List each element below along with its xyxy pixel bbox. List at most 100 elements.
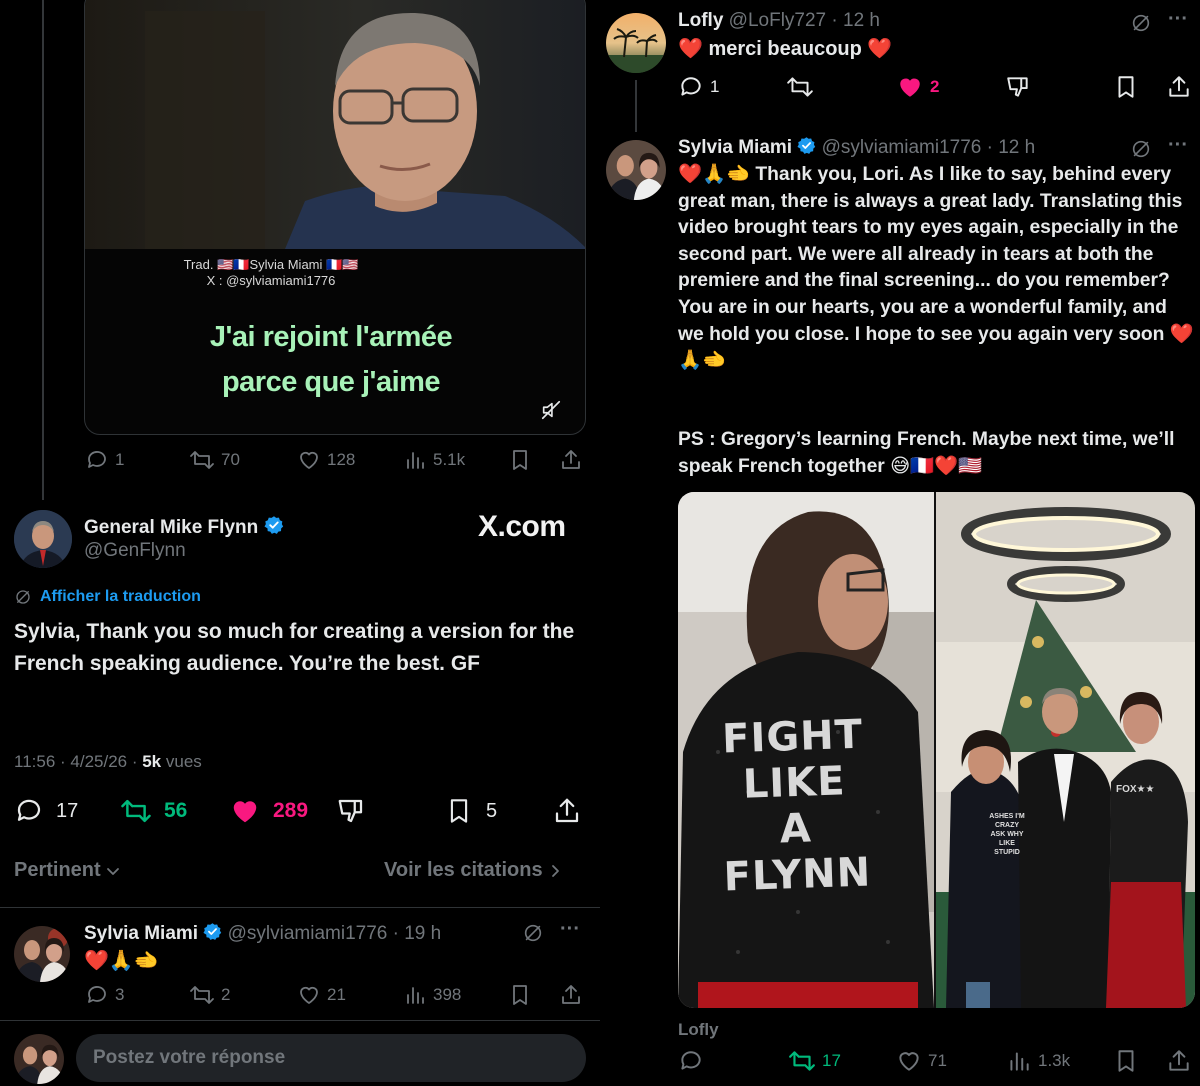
sylvia-text-1: ❤️🙏🫲 Thank you, Lori. As I like to say, …: [678, 164, 1194, 372]
jacket-word: LIKE: [742, 758, 847, 808]
share-icon[interactable]: [1166, 1048, 1192, 1074]
grok-icon[interactable]: [1130, 138, 1152, 160]
share-icon[interactable]: [559, 983, 583, 1007]
lofly-avatar[interactable]: [606, 13, 666, 73]
bottom-name-label: Lofly: [678, 1020, 719, 1039]
reply-action[interactable]: 1: [85, 448, 124, 472]
main-post-author[interactable]: General Mike Flynn: [84, 515, 284, 540]
lofly-like-count: 2: [930, 77, 940, 96]
reply-header[interactable]: Sylvia Miami @sylviamiami1776 · 19 h: [84, 922, 441, 945]
video-credit: Trad. 🇺🇸🇫🇷Sylvia Miami 🇫🇷🇺🇸 X : @sylviam…: [85, 257, 585, 289]
quoted-action-bar: 1 70 128 5.1k: [85, 446, 585, 474]
sort-pertinent[interactable]: Pertinent: [14, 859, 121, 882]
sylvia-author-name: Sylvia Miami: [678, 137, 793, 158]
mute-icon[interactable]: [540, 399, 562, 421]
jacket-text: FIGHT LIKE A FLYNN: [697, 711, 893, 902]
bottom-like-action[interactable]: 71: [896, 1048, 947, 1074]
views-count-bold: 5k: [142, 752, 162, 771]
views-label: vues: [161, 752, 202, 771]
view-quotes-link[interactable]: Voir les citations: [384, 859, 563, 882]
reply-handle: @sylviamiami1776: [227, 923, 388, 944]
video-credit-line2: X : @sylviamiami1776: [206, 273, 336, 288]
bookmark-icon[interactable]: [509, 983, 531, 1007]
share-icon[interactable]: [559, 448, 583, 472]
reply-action-bar: 3 2 21 398: [85, 983, 585, 1011]
chevron-down-icon: [106, 867, 119, 875]
main-like-action[interactable]: 289: [229, 796, 308, 826]
reply-icon: [681, 77, 701, 96]
bottom-views-count: 1.3k: [1038, 1051, 1071, 1070]
left-column: Trad. 🇺🇸🇫🇷Sylvia Miami 🇫🇷🇺🇸 X : @sylviam…: [0, 0, 600, 1086]
views-icon: [407, 452, 424, 469]
main-bookmark-action[interactable]: 5: [446, 796, 497, 826]
like-action[interactable]: 128: [297, 448, 355, 472]
main-repost-action[interactable]: 56: [120, 796, 187, 826]
composer-placeholder: Postez votre réponse: [93, 1047, 286, 1068]
quoted-video-card[interactable]: Trad. 🇺🇸🇫🇷Sylvia Miami 🇫🇷🇺🇸 X : @sylviam…: [84, 0, 586, 435]
heart-filled-icon: [233, 801, 257, 823]
repost-action[interactable]: 70: [189, 448, 240, 472]
heart-icon: [300, 986, 318, 1004]
right-column: Lofly @LoFly727 · 12 h ··· ❤️ merci beau…: [600, 0, 1200, 1086]
bookmark-icon[interactable]: [509, 448, 531, 472]
reply-repost-action[interactable]: 2: [189, 983, 230, 1007]
bookmark-icon[interactable]: [1114, 1048, 1138, 1074]
video-subtitle-line2: parce que j'aime: [221, 366, 441, 398]
video-subtitle: J'ai rejoint l'armée parce que j'aime: [85, 315, 585, 405]
shirt-text: ASHES I'M CRAZY ASK WHY LIKE STUPID: [989, 813, 1025, 856]
reply-like-action[interactable]: 21: [297, 983, 346, 1007]
lofly-handle: @LoFly727: [728, 10, 827, 31]
thread-line: [42, 0, 44, 500]
composer-avatar: [14, 1034, 64, 1084]
lofly-like-action[interactable]: 2: [896, 74, 939, 100]
heart-icon: [899, 1052, 919, 1071]
share-icon[interactable]: [552, 796, 582, 826]
translate-link[interactable]: Afficher la traduction: [14, 588, 201, 606]
bookmark-icon[interactable]: [1114, 74, 1138, 100]
reply-like-count: 21: [327, 985, 346, 1004]
photo-grid[interactable]: FIGHT LIKE A FLYNN ASHES I'M CRAZY ASK W…: [678, 492, 1195, 1008]
bottom-repost-count: 17: [822, 1051, 841, 1070]
photo-group[interactable]: [936, 492, 1195, 1008]
more-options-icon[interactable]: ···: [560, 918, 580, 941]
reply-icon[interactable]: [678, 1048, 704, 1074]
bottom-like-count: 71: [928, 1051, 947, 1070]
reply-reply-action[interactable]: 3: [85, 983, 124, 1007]
main-repost-count: 56: [164, 799, 188, 822]
main-post-avatar[interactable]: [14, 510, 72, 568]
views-icon: [407, 987, 424, 1004]
sylvia-time: · 12 h: [981, 137, 1036, 158]
lofly-action-bar: 1 2: [678, 74, 1198, 102]
sylvia-avatar[interactable]: [606, 140, 666, 200]
grok-icon[interactable]: [1130, 12, 1152, 34]
grok-icon[interactable]: [522, 922, 544, 944]
reply-repost-count: 2: [221, 985, 231, 1004]
repost-icon: [190, 451, 214, 469]
author-handle[interactable]: @GenFlynn: [84, 540, 186, 562]
sylvia-header[interactable]: Sylvia Miami @sylviamiami1776 · 12 h: [678, 136, 1035, 159]
jacket-word: A: [779, 805, 813, 853]
views-action[interactable]: 5.1k: [403, 448, 465, 472]
author-name: General Mike Flynn: [84, 517, 259, 538]
reply-composer-input[interactable]: Postez votre réponse: [76, 1034, 586, 1082]
reply-avatar[interactable]: [14, 926, 70, 982]
lofly-author-name: Lofly: [678, 10, 724, 31]
more-options-icon[interactable]: ···: [1168, 134, 1188, 157]
bottom-views-action[interactable]: 1.3k: [1006, 1048, 1070, 1074]
repost-icon[interactable]: [786, 74, 814, 100]
view-quotes-label: Voir les citations: [384, 859, 543, 881]
like-count: 128: [327, 450, 356, 469]
main-action-bar: 17 56 289 5: [14, 796, 586, 828]
main-reply-action[interactable]: 17: [14, 796, 78, 826]
more-options-icon[interactable]: ···: [1168, 8, 1188, 31]
lofly-reply-action[interactable]: 1: [678, 74, 719, 100]
heart-filled-icon: [900, 78, 920, 97]
dislike-icon[interactable]: [1005, 74, 1031, 100]
reply-views-action[interactable]: 398: [403, 983, 461, 1007]
dislike-icon[interactable]: [336, 796, 366, 826]
bottom-repost-action[interactable]: 17: [788, 1048, 841, 1074]
lofly-reply-count: 1: [710, 77, 720, 96]
repost-icon: [121, 799, 151, 823]
lofly-header[interactable]: Lofly @LoFly727 · 12 h: [678, 10, 880, 32]
share-icon[interactable]: [1166, 74, 1192, 100]
